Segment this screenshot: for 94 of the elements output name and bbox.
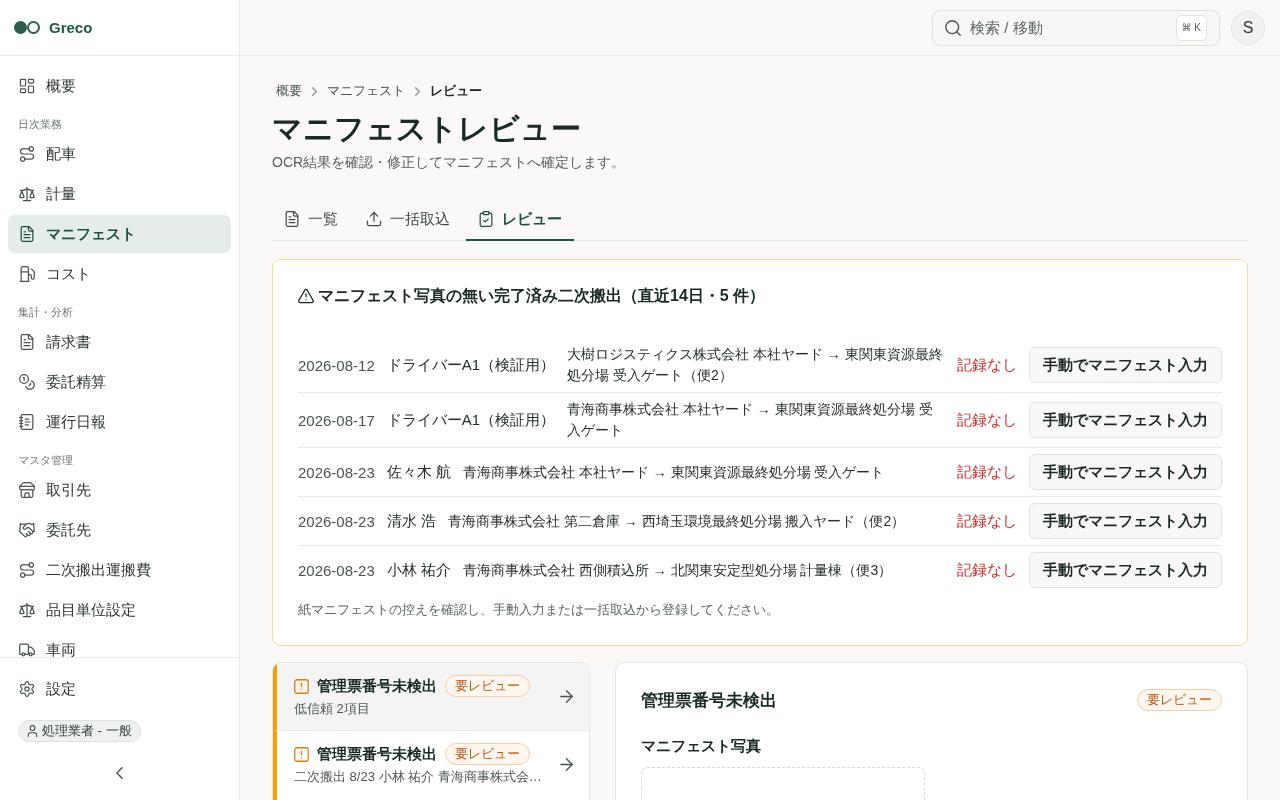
sidebar-item[interactable]: マニフェスト: [8, 215, 231, 253]
role-switcher[interactable]: 処理業者 - 一般: [18, 720, 141, 742]
review-item[interactable]: 管理票番号未検出 要レビュー 二次搬出 8/23 小林 祐介 青海商事株式会…: [273, 731, 589, 800]
sidebar-item[interactable]: 取引先: [8, 471, 231, 509]
two-circles-logo-icon: [14, 21, 40, 34]
route-icon: [19, 562, 35, 578]
status-text: 記録なし: [957, 355, 1017, 375]
route-text: 青海商事株式会社 本社ヤード → 東関東資源最終処分場 受入ゲート: [462, 462, 886, 482]
chevron-left-icon: [116, 767, 123, 779]
route-text: 青海商事株式会社 本社ヤード → 東関東資源最終処分場 受入ゲート: [567, 400, 934, 440]
user-icon: [27, 725, 38, 737]
scale-icon: [19, 186, 35, 202]
review-badge: 要レビュー: [1137, 689, 1222, 711]
review-item-detail: 二次搬出 8/23 小林 祐介 青海商事株式会…: [294, 768, 543, 786]
sidebar-item[interactable]: 概要: [8, 67, 231, 105]
sidebar-item[interactable]: コスト: [8, 255, 231, 293]
brand-name: Greco: [49, 19, 93, 36]
manual-entry-button[interactable]: 手動でマニフェスト入力: [1029, 454, 1222, 490]
breadcrumb-current: レビュー: [430, 82, 482, 100]
route-text: 青海商事株式会社 第二倉庫 → 西埼玉環境最終処分場 搬入ヤード（便2）: [447, 511, 907, 531]
driver-name: 小林 祐介: [386, 560, 451, 580]
shipment-date: 2026-08-23: [298, 561, 375, 579]
chevron-right-icon: [415, 86, 420, 96]
store-icon: [19, 482, 35, 498]
tab[interactable]: 一括取込: [354, 199, 462, 241]
shipment-date: 2026-08-12: [298, 356, 375, 374]
alert-note: 紙マニフェストの控えを確認し、手動入力または一括取込から登録してください。: [298, 602, 780, 619]
shipment-date: 2026-08-17: [298, 411, 375, 429]
clipboard-check-icon: [478, 211, 494, 227]
review-item-detail: 低信頼 2項目: [294, 700, 371, 718]
nav-section-label: 日次業務: [17, 117, 63, 132]
exclamation-icon: [294, 746, 309, 762]
document-icon: [19, 334, 35, 350]
tab[interactable]: 一覧: [272, 199, 350, 241]
nav-section-label: 集計・分析: [17, 305, 74, 320]
sidebar-item[interactable]: 配車: [8, 135, 231, 173]
review-item-title: 管理票番号未検出: [317, 676, 437, 696]
scale-icon: [19, 602, 35, 618]
search-icon: [945, 19, 961, 36]
driver-name: ドライバーA1（検証用）: [386, 355, 556, 375]
review-item[interactable]: 管理票番号未検出 要レビュー 低信頼 2項目: [273, 663, 589, 731]
sidebar-item[interactable]: 委託精算: [8, 363, 231, 401]
status-text: 記録なし: [957, 410, 1017, 430]
chevron-right-icon: [312, 86, 317, 96]
page-title: マニフェストレビュー: [272, 111, 582, 147]
sidebar-item[interactable]: 車両: [8, 631, 231, 657]
alert-title: マニフェスト写真の無い完了済み二次搬出（直近14日・5 件）: [318, 285, 766, 306]
truck-icon: [19, 642, 35, 657]
section-heading: マニフェスト写真: [641, 737, 762, 756]
nav-section-label: マスタ管理: [17, 453, 74, 468]
status-text: 記録なし: [957, 560, 1017, 580]
breadcrumb-link[interactable]: マニフェスト: [327, 82, 405, 100]
document-icon: [284, 211, 300, 227]
sidebar-item[interactable]: 設定: [8, 670, 231, 708]
sidebar-item[interactable]: 計量: [8, 175, 231, 213]
page-description: OCR結果を確認・修正してマニフェストへ確定します。: [272, 153, 627, 172]
manual-entry-button[interactable]: 手動でマニフェスト入力: [1029, 347, 1222, 383]
review-badge: 要レビュー: [445, 675, 530, 697]
review-badge: 要レビュー: [445, 743, 530, 765]
sidebar-item[interactable]: 請求書: [8, 323, 231, 361]
handshake-icon: [19, 522, 35, 538]
status-text: 記録なし: [957, 511, 1017, 531]
driver-name: ドライバーA1（検証用）: [386, 410, 556, 430]
route-icon: [19, 146, 35, 162]
shipment-date: 2026-08-23: [298, 512, 375, 530]
manual-entry-button[interactable]: 手動でマニフェスト入力: [1029, 503, 1222, 539]
shipment-date: 2026-08-23: [298, 463, 375, 481]
grid-icon: [19, 78, 35, 94]
arrow-right-icon: [560, 757, 573, 771]
sidebar-item[interactable]: 運行日報: [8, 403, 231, 441]
sidebar-item[interactable]: 委託先: [8, 511, 231, 549]
user-avatar[interactable]: S: [1231, 10, 1265, 45]
settings-icon: [19, 681, 35, 697]
document-icon: [19, 226, 35, 242]
breadcrumb-link[interactable]: 概要: [276, 82, 302, 100]
detail-title: 管理票番号未検出: [641, 689, 777, 712]
notebook-icon: [19, 414, 35, 430]
status-text: 記録なし: [957, 462, 1017, 482]
exclamation-icon: [294, 678, 309, 694]
arrow-right-icon: [560, 689, 573, 703]
driver-name: 清水 浩: [386, 511, 436, 531]
review-item-title: 管理票番号未検出: [317, 744, 437, 764]
warning-icon: [298, 288, 314, 304]
fuel-pump-icon: [19, 266, 35, 282]
sidebar-item[interactable]: 品目単位設定: [8, 591, 231, 629]
route-text: 青海商事株式会社 西側積込所 → 北関東安定型処分場 計量棟（便3）: [462, 560, 894, 580]
tab[interactable]: レビュー: [466, 199, 574, 241]
coins-icon: [19, 374, 35, 390]
sidebar-item[interactable]: 二次搬出運搬費: [8, 551, 231, 589]
manual-entry-button[interactable]: 手動でマニフェスト入力: [1029, 402, 1222, 438]
manual-entry-button[interactable]: 手動でマニフェスト入力: [1029, 552, 1222, 588]
driver-name: 佐々木 航: [386, 462, 451, 482]
route-text: 大樹ロジスティクス株式会社 本社ヤード → 東関東資源最終処分場 受入ゲート（便2）: [567, 345, 944, 385]
upload-icon: [366, 211, 382, 227]
